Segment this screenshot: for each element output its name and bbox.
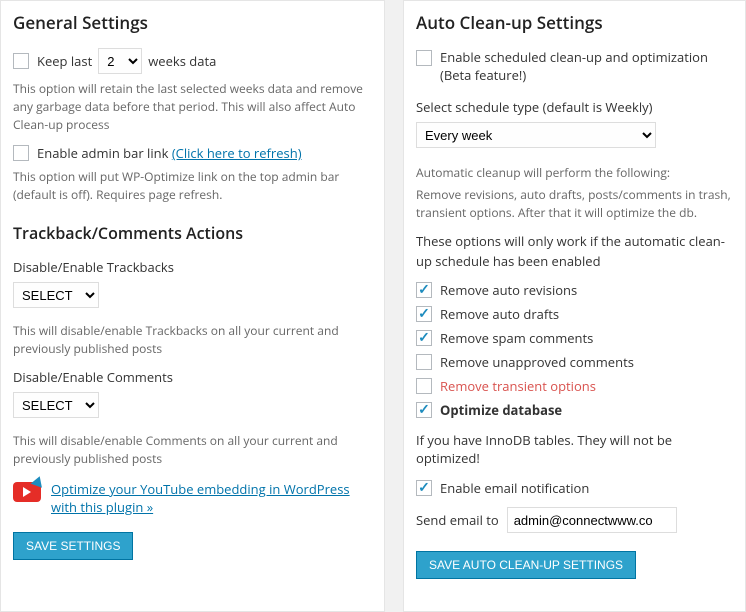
- remove-revisions-checkbox[interactable]: [416, 282, 432, 298]
- comments-label: Disable/Enable Comments: [13, 368, 372, 386]
- remove-spam-label: Remove spam comments: [440, 329, 593, 347]
- optimize-db-checkbox[interactable]: [416, 402, 432, 418]
- optimize-db-label: Optimize database: [440, 401, 562, 419]
- work-note: These options will only work if the auto…: [416, 232, 733, 271]
- save-auto-cleanup-button[interactable]: SAVE AUTO CLEAN-UP SETTINGS: [416, 551, 636, 579]
- send-email-label: Send email to: [416, 511, 499, 529]
- auto-cleanup-title: Auto Clean-up Settings: [416, 11, 733, 34]
- keep-last-label-pre: Keep last: [37, 52, 92, 70]
- auto-cleanup-panel: Auto Clean-up Settings Enable scheduled …: [403, 0, 746, 612]
- enable-scheduled-label: Enable scheduled clean-up and optimizati…: [440, 48, 733, 84]
- remove-drafts-checkbox[interactable]: [416, 306, 432, 322]
- keep-last-select[interactable]: 2: [98, 48, 142, 74]
- send-email-input[interactable]: [507, 507, 677, 533]
- general-settings-panel: General Settings Keep last 2 weeks data …: [0, 0, 385, 612]
- comments-select[interactable]: SELECT: [13, 392, 99, 418]
- keep-last-label-post: weeks data: [148, 52, 216, 70]
- remove-revisions-label: Remove auto revisions: [440, 281, 577, 299]
- remove-unapproved-label: Remove unapproved comments: [440, 353, 634, 371]
- trackback-comments-title: Trackback/Comments Actions: [13, 222, 372, 244]
- trackbacks-select[interactable]: SELECT: [13, 282, 99, 308]
- remove-unapproved-checkbox[interactable]: [416, 354, 432, 370]
- trackbacks-label: Disable/Enable Trackbacks: [13, 258, 372, 276]
- trackbacks-desc: This will disable/enable Trackbacks on a…: [13, 322, 372, 358]
- schedule-type-select[interactable]: Every week: [416, 122, 656, 148]
- admin-bar-label: Enable admin bar link: [37, 144, 168, 162]
- admin-bar-checkbox[interactable]: [13, 145, 29, 161]
- email-notification-label: Enable email notification: [440, 479, 589, 497]
- refresh-link[interactable]: (Click here to refresh): [172, 144, 302, 162]
- keep-last-desc: This option will retain the last selecte…: [13, 80, 372, 134]
- youtube-icon: [13, 482, 41, 502]
- enable-scheduled-checkbox[interactable]: [416, 50, 432, 66]
- email-notification-checkbox[interactable]: [416, 480, 432, 496]
- comments-desc: This will disable/enable Comments on all…: [13, 432, 372, 468]
- remove-spam-checkbox[interactable]: [416, 330, 432, 346]
- admin-bar-desc: This option will put WP-Optimize link on…: [13, 168, 372, 204]
- general-settings-title: General Settings: [13, 11, 372, 34]
- innodb-note: If you have InnoDB tables. They will not…: [416, 431, 733, 467]
- remove-transient-checkbox[interactable]: [416, 378, 432, 394]
- keep-last-checkbox[interactable]: [13, 53, 29, 69]
- schedule-type-label: Select schedule type (default is Weekly): [416, 98, 733, 116]
- auto-cleanup-desc2: Remove revisions, auto drafts, posts/com…: [416, 186, 733, 222]
- remove-drafts-label: Remove auto drafts: [440, 305, 559, 323]
- save-settings-button[interactable]: SAVE SETTINGS: [13, 532, 133, 560]
- youtube-plugin-link[interactable]: Optimize your YouTube embedding in WordP…: [51, 480, 372, 516]
- auto-cleanup-desc1: Automatic cleanup will perform the follo…: [416, 164, 733, 182]
- remove-transient-label: Remove transient options: [440, 377, 596, 395]
